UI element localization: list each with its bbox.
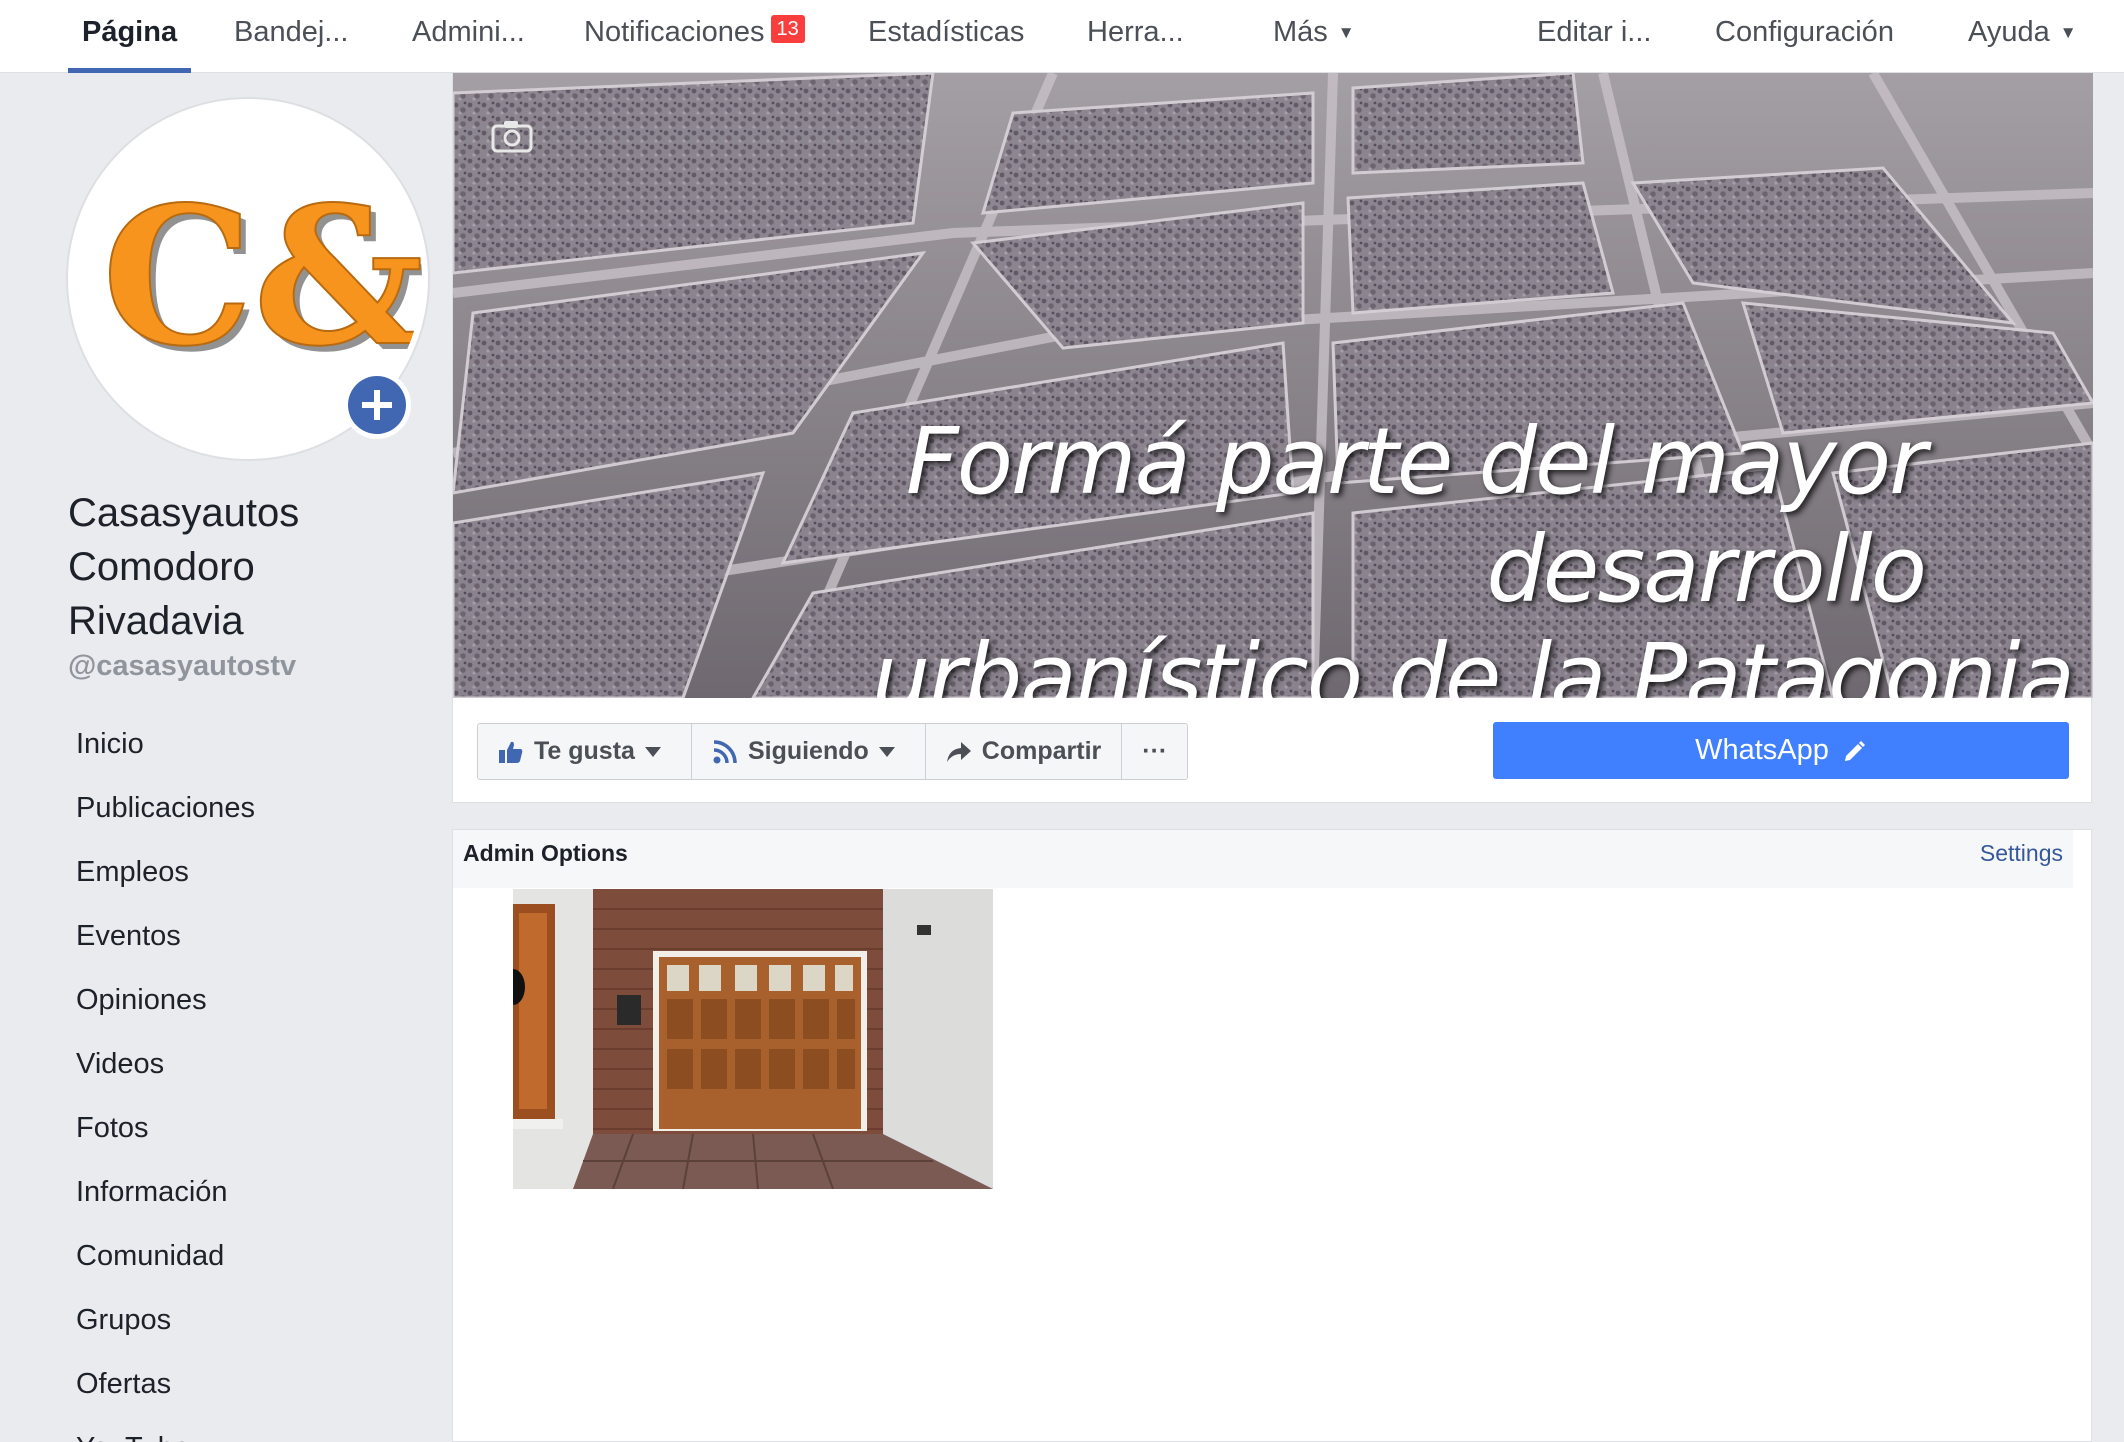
sidebar-item-eventos[interactable]: Eventos — [76, 904, 436, 968]
page-sidebar-menu: Inicio Publicaciones Empleos Eventos Opi… — [76, 712, 436, 1442]
notification-count-badge: 13 — [770, 15, 805, 43]
caret-down-icon — [644, 746, 661, 757]
admin-settings-link[interactable]: Settings — [1980, 840, 2063, 867]
page-name-line: Comodoro — [68, 545, 255, 589]
cover-card: Formá parte del mayor desarrollo urbanís… — [452, 73, 2093, 803]
sidebar-item-informacion[interactable]: Información — [76, 1160, 436, 1224]
sidebar-item-grupos[interactable]: Grupos — [76, 1288, 436, 1352]
share-arrow-icon — [946, 741, 971, 762]
rss-feed-icon — [713, 739, 737, 763]
sidebar-item-empleos[interactable]: Empleos — [76, 840, 436, 904]
tab-pagina[interactable]: Página — [67, 0, 192, 73]
page-action-bar: Te gusta Siguiendo Compartir ··· — [477, 723, 1189, 780]
tab-label: Estadísticas — [868, 16, 1025, 48]
camera-icon[interactable] — [491, 119, 533, 153]
cta-label: WhatsApp — [1695, 734, 1829, 766]
caret-down-icon — [878, 746, 895, 757]
whatsapp-cta-button[interactable]: WhatsApp — [1493, 722, 2069, 779]
caret-down-icon: ▼ — [1337, 23, 1355, 42]
page-top-nav: Página Bandej... Admini... Notificacione… — [0, 0, 2124, 73]
tab-mas[interactable]: Más ▼ — [1273, 0, 1355, 73]
cover-headline-line: urbanístico de la Patagonia — [871, 624, 2075, 698]
admin-options-header: Admin Options Settings — [453, 830, 2073, 888]
cover-photo[interactable]: Formá parte del mayor desarrollo urbanís… — [453, 73, 2093, 698]
tab-editar-info[interactable]: Editar i... — [1537, 0, 1651, 73]
tab-label: Bandej... — [234, 16, 349, 48]
logo-text: C&A — [102, 165, 422, 388]
tab-ayuda[interactable]: Ayuda ▼ — [1968, 0, 2077, 73]
door-photo-thumbnail[interactable] — [513, 889, 993, 1189]
page-name: Casasyautos Comodoro Rivadavia — [68, 486, 368, 648]
share-label: Compartir — [981, 737, 1102, 765]
tab-herramientas[interactable]: Herra... — [1087, 0, 1184, 73]
tab-bandeja[interactable]: Bandej... — [234, 0, 348, 73]
tab-label: Editar i... — [1537, 16, 1652, 48]
like-label: Te gusta — [534, 737, 635, 765]
sidebar-item-inicio[interactable]: Inicio — [76, 712, 436, 776]
following-label: Siguiendo — [747, 737, 869, 765]
tab-label: Admini... — [412, 16, 525, 48]
following-button[interactable]: Siguiendo — [692, 724, 926, 779]
like-button[interactable]: Te gusta — [478, 724, 692, 779]
page-username[interactable]: @casasyautostv — [68, 650, 296, 683]
tab-notificaciones[interactable]: Notificaciones 13 — [584, 0, 805, 73]
pencil-icon[interactable] — [1843, 739, 1867, 763]
cover-headline-line: Formá parte del mayor desarrollo — [905, 408, 1927, 623]
sidebar-item-opiniones[interactable]: Opiniones — [76, 968, 436, 1032]
tab-label: Página — [82, 16, 178, 48]
tab-label: Notificaciones — [584, 16, 765, 48]
page-name-line: Casasyautos — [68, 491, 300, 535]
tab-label: Herra... — [1087, 16, 1184, 48]
sidebar-item-ofertas[interactable]: Ofertas — [76, 1352, 436, 1416]
page-name-line: Rivadavia — [68, 599, 244, 643]
sidebar-item-videos[interactable]: Videos — [76, 1032, 436, 1096]
sidebar-item-comunidad[interactable]: Comunidad — [76, 1224, 436, 1288]
admin-options-title: Admin Options — [463, 840, 628, 866]
sidebar-item-youtube[interactable]: YouTube — [76, 1416, 436, 1442]
tab-label: Configuración — [1715, 16, 1894, 48]
thumbs-up-icon — [499, 741, 523, 763]
admin-options-card: Admin Options Settings — [452, 829, 2092, 1442]
more-options-button[interactable]: ··· — [1122, 724, 1187, 779]
garage-door-image — [513, 889, 993, 1189]
sidebar-item-publicaciones[interactable]: Publicaciones — [76, 776, 436, 840]
add-profile-photo-button[interactable] — [343, 371, 411, 439]
tab-label: Ayuda — [1968, 16, 2050, 48]
tab-configuracion[interactable]: Configuración — [1715, 0, 1894, 73]
tab-estadisticas[interactable]: Estadísticas — [868, 0, 1024, 73]
tab-label: Más — [1273, 16, 1328, 48]
plus-icon — [362, 390, 392, 420]
more-options-icon: ··· — [1142, 737, 1168, 765]
tab-administrar[interactable]: Admini... — [412, 0, 525, 73]
caret-down-icon: ▼ — [2059, 23, 2077, 42]
share-button[interactable]: Compartir — [926, 724, 1123, 779]
sidebar-item-fotos[interactable]: Fotos — [76, 1096, 436, 1160]
cover-headline: Formá parte del mayor desarrollo urbanís… — [453, 408, 2075, 698]
